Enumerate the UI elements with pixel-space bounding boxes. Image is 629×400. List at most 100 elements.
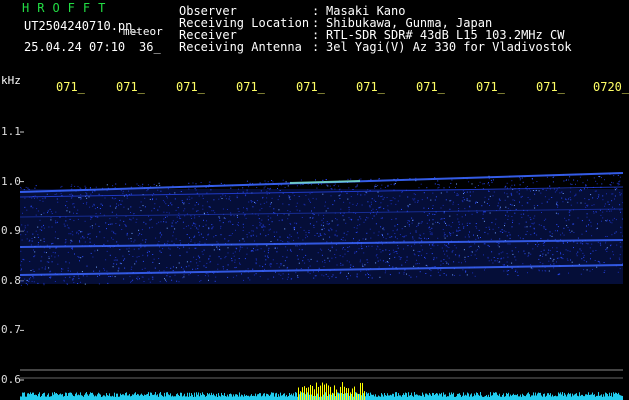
noise-speck	[371, 218, 373, 220]
noise-speck	[469, 191, 471, 193]
level-column	[404, 394, 405, 400]
noise-speck	[249, 279, 251, 281]
noise-speck	[187, 225, 189, 227]
noise-speck	[202, 205, 204, 207]
level-column	[196, 392, 197, 400]
noise-speck	[246, 207, 248, 209]
noise-speck	[106, 228, 107, 230]
noise-speck	[183, 203, 185, 205]
level-column	[144, 394, 145, 400]
noise-speck	[598, 194, 600, 196]
noise-speck	[336, 264, 338, 266]
level-column	[122, 394, 123, 400]
noise-speck	[31, 238, 33, 239]
noise-speck	[238, 188, 239, 190]
noise-speck	[288, 214, 290, 216]
noise-speck	[534, 215, 536, 217]
level-column	[621, 395, 622, 400]
noise-speck	[569, 214, 571, 216]
noise-speck	[202, 236, 204, 238]
noise-speck	[570, 204, 572, 206]
noise-speck	[587, 204, 589, 206]
noise-speck	[25, 282, 27, 284]
noise-speck	[548, 270, 550, 272]
noise-speck	[71, 240, 73, 242]
level-column	[315, 395, 316, 400]
noise-speck	[37, 210, 39, 212]
noise-speck	[557, 274, 559, 276]
level-column	[253, 395, 254, 400]
noise-speck	[325, 179, 327, 181]
noise-speck	[555, 212, 557, 214]
noise-speck	[277, 247, 278, 249]
noise-speck	[135, 261, 137, 263]
level-column	[486, 394, 487, 400]
noise-speck	[144, 206, 146, 208]
noise-speck	[195, 183, 197, 185]
noise-speck	[280, 274, 282, 276]
noise-speck	[320, 224, 322, 226]
noise-speck	[504, 264, 505, 266]
noise-speck	[377, 246, 379, 248]
noise-speck	[455, 247, 457, 249]
noise-speck	[194, 188, 196, 190]
level-column	[603, 394, 604, 400]
noise-speck	[585, 185, 587, 187]
noise-speck	[297, 275, 299, 277]
noise-speck	[454, 191, 455, 193]
level-column	[337, 392, 338, 400]
level-column	[276, 392, 277, 400]
noise-speck	[254, 240, 255, 242]
noise-speck	[528, 252, 530, 254]
noise-speck	[195, 223, 197, 225]
noise-speck	[449, 208, 451, 210]
noise-speck	[597, 260, 599, 262]
noise-speck	[307, 259, 309, 261]
level-column	[591, 394, 592, 400]
noise-speck	[377, 191, 379, 193]
noise-speck	[27, 224, 29, 226]
noise-speck	[148, 215, 149, 217]
level-column	[390, 394, 391, 400]
noise-speck	[619, 241, 621, 243]
noise-speck	[504, 225, 505, 227]
noise-speck	[127, 208, 129, 210]
noise-speck	[248, 186, 250, 188]
noise-speck	[114, 187, 116, 189]
noise-speck	[188, 274, 190, 276]
noise-speck	[212, 226, 214, 228]
noise-speck	[330, 227, 332, 229]
noise-speck	[121, 200, 123, 202]
noise-speck	[78, 256, 80, 258]
noise-speck	[532, 223, 534, 225]
noise-speck	[481, 205, 483, 207]
noise-speck	[195, 259, 197, 260]
noise-speck	[488, 184, 490, 186]
noise-speck	[591, 243, 593, 245]
noise-speck	[529, 198, 531, 200]
noise-speck	[147, 250, 149, 252]
noise-speck	[588, 199, 590, 201]
noise-speck	[506, 270, 508, 272]
noise-speck	[288, 195, 290, 197]
level-column	[240, 396, 241, 400]
noise-speck	[376, 254, 378, 256]
noise-speck	[278, 185, 280, 187]
noise-speck	[571, 261, 573, 263]
level-column	[218, 393, 219, 400]
noise-speck	[94, 250, 96, 252]
noise-speck	[166, 216, 168, 218]
level-column	[164, 392, 165, 400]
noise-speck	[202, 198, 204, 199]
noise-speck	[30, 244, 32, 246]
noise-speck	[619, 192, 621, 194]
noise-speck	[256, 245, 258, 247]
level-column	[235, 394, 236, 400]
noise-speck	[417, 200, 419, 202]
noise-speck	[475, 250, 477, 252]
noise-speck	[52, 251, 54, 253]
level-column	[126, 392, 127, 400]
noise-speck	[198, 215, 200, 217]
noise-speck	[82, 256, 84, 258]
level-column	[52, 392, 53, 400]
